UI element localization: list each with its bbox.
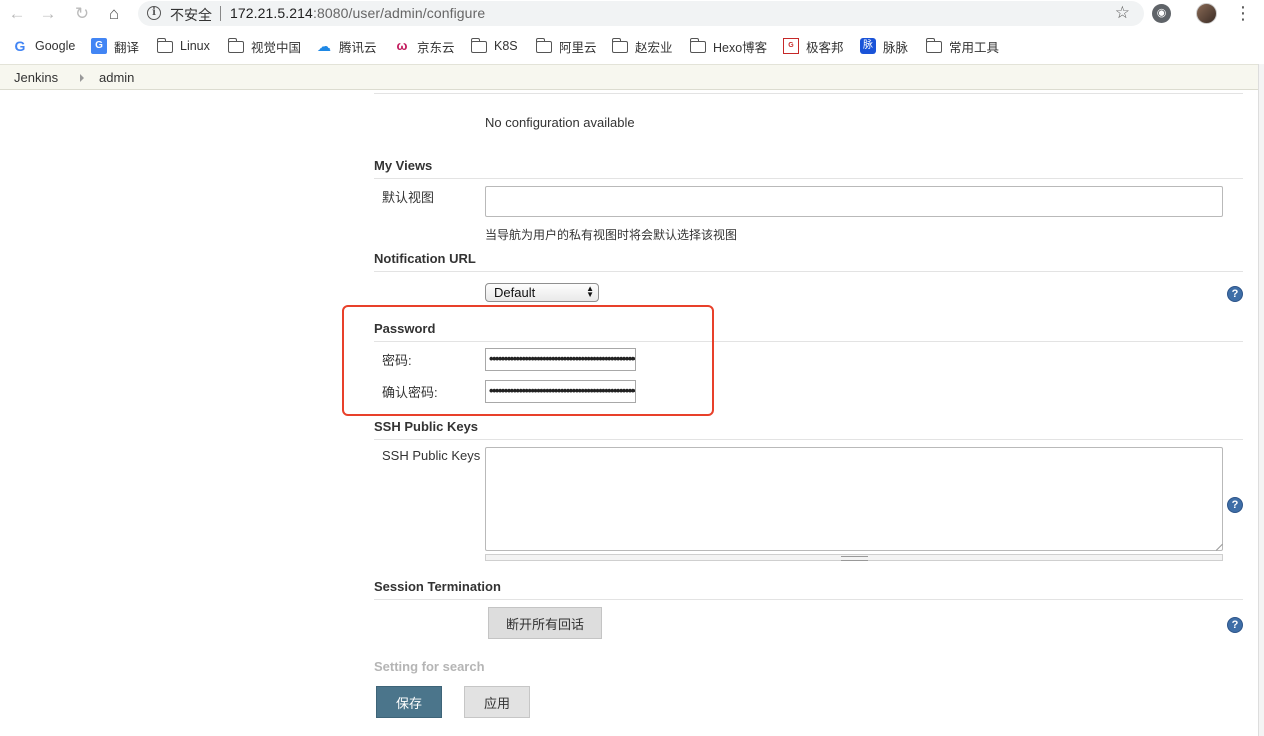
apply-button[interactable]: 应用 (464, 686, 530, 718)
bookmark-label: 赵宏业 (635, 40, 673, 55)
bookmark-label: 极客邦 (806, 40, 844, 55)
bookmark-label: 翻译 (114, 40, 140, 55)
divider (374, 271, 1243, 272)
back-icon[interactable]: ← (7, 4, 27, 24)
breadcrumb: Jenkins admin (0, 64, 1260, 90)
star-icon[interactable]: ☆ (1115, 3, 1130, 23)
url-path: :8080/user/admin/configure (312, 5, 486, 21)
bookmark-google[interactable]: G Google (12, 36, 76, 56)
search-settings-title: Setting for search (374, 659, 485, 674)
bookmark-tencent-cloud[interactable]: ☁ 腾讯云 (316, 36, 377, 56)
folder-icon (611, 38, 628, 53)
bookmark-linux[interactable]: Linux (156, 36, 210, 56)
bookmark-jd-cloud[interactable]: ω 京东云 (394, 36, 455, 56)
bookmark-maimai[interactable]: 脉脉脉 (860, 36, 908, 56)
google-icon: G (14, 38, 26, 54)
reload-icon[interactable]: ↻ (72, 4, 92, 24)
info-icon[interactable]: i (147, 6, 161, 20)
folder-icon (535, 38, 552, 53)
no-configuration-text: No configuration available (485, 115, 635, 130)
bookmark-aliyun[interactable]: 阿里云 (535, 36, 597, 56)
geekbang-icon: G (783, 38, 799, 54)
address-separator (220, 6, 221, 21)
bookmark-vcg[interactable]: 视觉中国 (227, 36, 302, 56)
bookmark-label: 阿里云 (559, 40, 597, 55)
divider (374, 93, 1243, 94)
divider (374, 178, 1243, 179)
forward-icon[interactable]: → (38, 4, 58, 24)
disconnect-all-sessions-button[interactable]: 断开所有回话 (488, 607, 602, 639)
jdcloud-icon: ω (396, 38, 408, 53)
divider (374, 599, 1243, 600)
bookmark-k8s[interactable]: K8S (470, 36, 518, 56)
insecure-label: 不安全 (170, 7, 212, 23)
translate-icon: G (91, 38, 107, 54)
bookmark-label: 脉脉 (883, 40, 909, 55)
save-button[interactable]: 保存 (376, 686, 442, 718)
page-edge (1258, 64, 1264, 736)
breadcrumb-jenkins[interactable]: Jenkins (14, 70, 58, 85)
textarea-grip[interactable] (485, 554, 1223, 561)
bookmark-tools[interactable]: 常用工具 (925, 36, 1000, 56)
bookmarks-bar: G Google G 翻译 Linux 视觉中国 ☁ 腾讯云 ω 京东云 K8S 阿里云… (0, 32, 1264, 60)
session-termination-title: Session Termination (374, 579, 501, 594)
default-view-label: 默认视图 (382, 190, 435, 205)
help-icon[interactable]: ? (1227, 286, 1243, 302)
select-arrows-icon: ▲ ▼ (586, 284, 594, 299)
help-icon[interactable]: ? (1227, 617, 1243, 633)
profile-avatar[interactable] (1196, 3, 1217, 24)
default-view-hint: 当导航为用户的私有视图时将会默认选择该视图 (485, 228, 738, 242)
help-icon[interactable]: ? (1227, 497, 1243, 513)
my-views-title: My Views (374, 158, 433, 173)
bookmark-label: Linux (180, 39, 210, 53)
default-view-input[interactable] (485, 186, 1223, 217)
maimai-icon: 脉 (860, 38, 876, 54)
highlight-annotation (342, 305, 714, 416)
bookmark-label: 京东云 (417, 40, 455, 55)
bookmark-label: 视觉中国 (251, 40, 302, 55)
breadcrumb-admin[interactable]: admin (99, 70, 134, 85)
bookmark-translate[interactable]: G 翻译 (91, 36, 139, 56)
bookmark-hexo[interactable]: Hexo博客 (689, 36, 768, 56)
extension-icon[interactable]: ◉ (1152, 4, 1171, 23)
bookmark-label: 腾讯云 (339, 40, 377, 55)
bookmark-label: 常用工具 (949, 40, 1000, 55)
folder-icon (470, 38, 487, 53)
bookmark-label: Hexo博客 (713, 40, 768, 55)
notification-url-title: Notification URL (374, 251, 476, 266)
ssh-keys-textarea[interactable] (485, 447, 1223, 551)
cloud-icon: ☁ (317, 38, 331, 54)
folder-icon (227, 38, 244, 53)
url-text[interactable]: 172.21.5.214:8080/user/admin/configure (230, 5, 485, 21)
bookmark-geekbang[interactable]: G 极客邦 (783, 36, 844, 56)
browser-toolbar: ← → ↻ ⌂ i 不安全 172.21.5.214:8080/user/adm… (0, 0, 1264, 28)
folder-icon (156, 38, 173, 53)
folder-icon (925, 38, 942, 53)
divider (374, 439, 1243, 440)
address-bar[interactable]: i 不安全 172.21.5.214:8080/user/admin/confi… (138, 1, 1144, 26)
notification-url-select[interactable]: Default ▲ ▼ (485, 283, 599, 302)
home-icon[interactable]: ⌂ (104, 4, 124, 24)
bookmark-zhaohongye[interactable]: 赵宏业 (611, 36, 673, 56)
kebab-menu-icon[interactable]: ⋮ (1234, 3, 1252, 23)
notification-url-selected: Default (494, 285, 536, 300)
url-host: 172.21.5.214 (230, 5, 313, 21)
breadcrumb-chevron-icon[interactable] (80, 74, 84, 82)
ssh-keys-title: SSH Public Keys (374, 419, 479, 434)
bookmark-label: K8S (494, 39, 518, 53)
folder-icon (689, 38, 706, 53)
bookmark-label: Google (35, 39, 76, 53)
ssh-keys-label: SSH Public Keys (382, 448, 481, 463)
